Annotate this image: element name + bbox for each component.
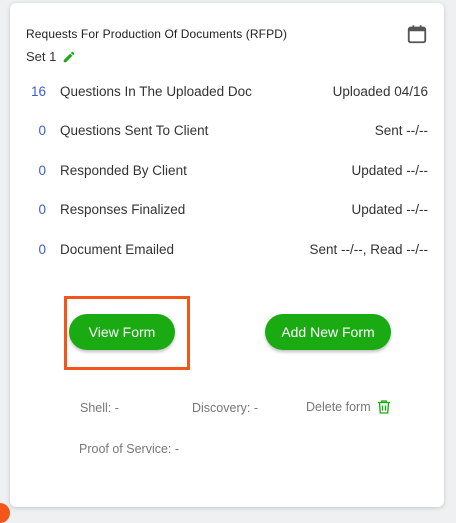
stat-label: Questions Sent To Client bbox=[60, 122, 209, 138]
stat-status: Sent --/--, Read --/-- bbox=[309, 241, 428, 257]
pencil-icon[interactable] bbox=[62, 50, 76, 64]
stat-status: Updated --/-- bbox=[351, 201, 428, 217]
add-new-form-button[interactable]: Add New Form bbox=[265, 314, 391, 350]
stat-status: Sent --/-- bbox=[374, 122, 428, 138]
discovery-info: Discovery: - bbox=[192, 401, 258, 415]
card-title: Requests For Production Of Documents (RF… bbox=[26, 27, 288, 41]
stat-label: Questions In The Uploaded Doc bbox=[60, 83, 252, 99]
stat-row-sent: 0 Questions Sent To Client Sent --/-- bbox=[26, 120, 428, 140]
delete-form-label[interactable]: Delete form bbox=[306, 400, 371, 414]
set-row: Set 1 bbox=[26, 49, 76, 64]
stat-status: Updated --/-- bbox=[351, 162, 428, 178]
stat-label: Document Emailed bbox=[60, 241, 175, 257]
stat-count[interactable]: 0 bbox=[26, 123, 46, 138]
stat-label: Responses Finalized bbox=[60, 201, 186, 217]
stat-count[interactable]: 0 bbox=[26, 202, 46, 217]
stat-row-responded: 0 Responded By Client Updated --/-- bbox=[26, 160, 428, 180]
rfpd-card: Requests For Production Of Documents (RF… bbox=[10, 3, 444, 507]
stat-count[interactable]: 0 bbox=[26, 242, 46, 257]
floating-indicator[interactable] bbox=[0, 503, 10, 523]
view-form-button[interactable]: View Form bbox=[69, 314, 175, 350]
calendar-icon[interactable] bbox=[406, 23, 428, 45]
stat-label: Responded By Client bbox=[60, 162, 187, 178]
proof-of-service-info: Proof of Service: - bbox=[79, 442, 180, 456]
stat-row-uploaded: 16 Questions In The Uploaded Doc Uploade… bbox=[26, 81, 428, 101]
stat-count[interactable]: 0 bbox=[26, 163, 46, 178]
delete-form-link[interactable]: Delete form bbox=[306, 398, 393, 416]
shell-info: Shell: - bbox=[80, 401, 119, 415]
trash-icon[interactable] bbox=[375, 398, 393, 416]
set-label: Set 1 bbox=[26, 49, 57, 64]
stat-row-emailed: 0 Document Emailed Sent --/--, Read --/-… bbox=[26, 239, 428, 259]
stat-count[interactable]: 16 bbox=[26, 84, 46, 99]
stat-status: Uploaded 04/16 bbox=[332, 83, 428, 99]
stat-row-finalized: 0 Responses Finalized Updated --/-- bbox=[26, 199, 428, 219]
